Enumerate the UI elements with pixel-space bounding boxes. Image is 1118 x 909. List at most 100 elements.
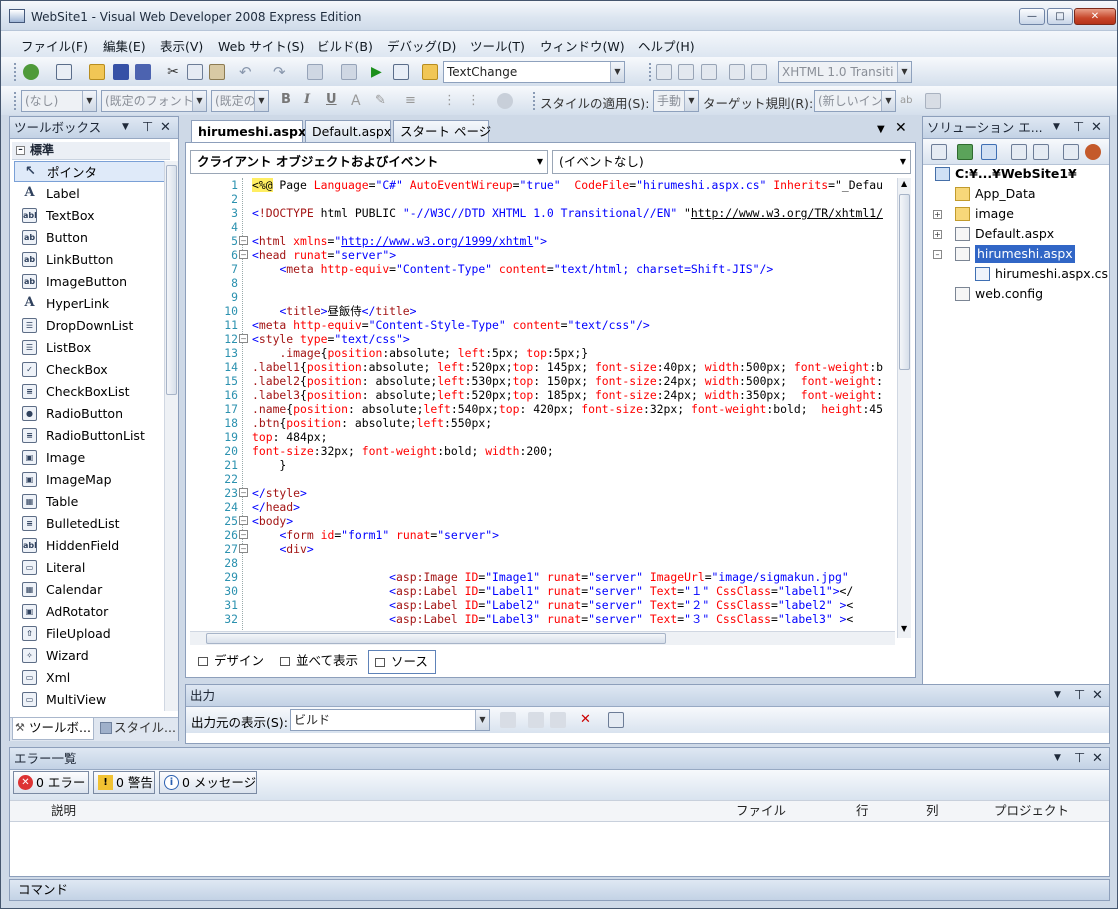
clear-all-icon[interactable]: ✕ bbox=[580, 712, 596, 728]
highlight-icon[interactable]: ✎ bbox=[375, 93, 391, 109]
code-line[interactable]: 31 <asp:Label ID="Label2" runat="server"… bbox=[190, 598, 895, 612]
numbering-icon[interactable]: ⋮ bbox=[467, 93, 483, 109]
save-icon[interactable] bbox=[113, 64, 129, 80]
code-line[interactable]: 1 <%@ Page Language="C#" AutoEventWireup=… bbox=[190, 178, 895, 192]
code-line[interactable]: 15 .label2{position: absolute;left:530px;… bbox=[190, 374, 895, 388]
toolbox-scrollbar[interactable] bbox=[164, 161, 178, 711]
toolbox-item[interactable]: ab ImageButton bbox=[14, 271, 168, 292]
output-source-combo[interactable]: ビルド ▼ bbox=[290, 709, 490, 731]
font-name-combo[interactable]: (既定のフォント ▼ bbox=[101, 90, 207, 112]
code-line[interactable]: 23 </style> – bbox=[190, 486, 895, 500]
close-icon[interactable]: ✕ bbox=[160, 117, 171, 138]
bold-button[interactable]: B bbox=[281, 92, 291, 107]
code-line[interactable]: 12 <style type="text/css"> – bbox=[190, 332, 895, 346]
block-format-combo[interactable]: (なし) ▼ bbox=[21, 90, 97, 112]
toolbox-item[interactable]: ▣ ImageMap bbox=[14, 469, 168, 490]
tree-item-image[interactable]: image bbox=[955, 205, 1105, 224]
find-combo[interactable]: TextChange ▼ bbox=[443, 61, 625, 83]
pin-icon[interactable]: ⊤ bbox=[1073, 117, 1084, 138]
close-button[interactable]: ✕ bbox=[1074, 8, 1116, 25]
view-in-browser-icon[interactable] bbox=[393, 64, 409, 80]
next-message-icon[interactable] bbox=[550, 712, 566, 728]
close-tab-icon[interactable]: ✕ bbox=[895, 120, 907, 136]
style-manager-icon[interactable] bbox=[497, 93, 513, 109]
fold-toggle-icon[interactable]: – bbox=[239, 516, 248, 525]
chevron-down-icon[interactable]: ▼ bbox=[192, 91, 206, 111]
toolbox-item[interactable]: ▦ Table bbox=[14, 491, 168, 512]
underline-button[interactable]: U bbox=[326, 92, 337, 107]
copy-website-icon[interactable] bbox=[1063, 144, 1079, 160]
tree-item-default-aspx[interactable]: Default.aspx bbox=[955, 225, 1105, 244]
code-line[interactable]: 30 <asp:Label ID="Label1" runat="server"… bbox=[190, 584, 895, 598]
code-line[interactable]: 2 bbox=[190, 192, 895, 206]
code-line[interactable]: 27 <div> – bbox=[190, 542, 895, 556]
dropdown-icon[interactable]: ▼ bbox=[1053, 117, 1060, 138]
toolbox-item[interactable]: ab Button bbox=[14, 227, 168, 248]
menu-website[interactable]: Web サイト(S) bbox=[218, 36, 304, 55]
view-designer-icon[interactable] bbox=[1033, 144, 1049, 160]
doctype-combo[interactable]: XHTML 1.0 Transiti ▼ bbox=[778, 61, 912, 83]
menu-debug[interactable]: デバッグ(D) bbox=[387, 36, 456, 55]
toolbox-item[interactable]: ≡ RadioButtonList bbox=[14, 425, 168, 446]
code-line[interactable]: 4 bbox=[190, 220, 895, 234]
fold-toggle-icon[interactable]: – bbox=[239, 250, 248, 259]
close-icon[interactable]: ✕ bbox=[1092, 685, 1103, 706]
chevron-down-icon[interactable]: ▼ bbox=[897, 62, 911, 82]
toolbox-item[interactable]: ✓ CheckBox bbox=[14, 359, 168, 380]
indent-icon[interactable] bbox=[678, 64, 694, 80]
code-line[interactable]: 26 <form id="form1" runat="server"> – bbox=[190, 528, 895, 542]
view-code-icon[interactable] bbox=[1011, 144, 1027, 160]
tab-split[interactable]: 並べて表示 bbox=[274, 650, 364, 674]
menu-tools[interactable]: ツール(T) bbox=[470, 36, 525, 55]
open-folder-icon[interactable] bbox=[89, 64, 105, 80]
toolbox-item[interactable]: ≡ BulletedList bbox=[14, 513, 168, 534]
toolbar-grip[interactable] bbox=[14, 92, 17, 110]
tab-design[interactable]: デザイン bbox=[192, 650, 272, 674]
tree-item-hirumeshi-aspx-cs[interactable]: hirumeshi.aspx.cs bbox=[975, 265, 1109, 284]
tree-item-web-config[interactable]: web.config bbox=[955, 285, 1105, 304]
warnings-filter-button[interactable]: ! 0 警告 bbox=[93, 771, 155, 794]
save-all-icon[interactable] bbox=[135, 64, 151, 80]
toolbox-item[interactable]: A Label bbox=[14, 183, 168, 204]
code-line[interactable]: 11 <meta http-equiv="Content-Style-Type" … bbox=[190, 318, 895, 332]
pin-icon[interactable]: ⊤ bbox=[1074, 685, 1085, 706]
code-line[interactable]: 13 .image{position:absolute; left:5px; t… bbox=[190, 346, 895, 360]
tab-hirumeshi-aspx[interactable]: hirumeshi.aspx bbox=[191, 120, 306, 144]
editor-vscroll[interactable]: ▲ ▼ bbox=[897, 178, 911, 638]
pin-icon[interactable]: ⊤ bbox=[142, 117, 153, 138]
chevron-down-icon[interactable]: ▼ bbox=[881, 91, 895, 111]
previous-message-icon[interactable] bbox=[528, 712, 544, 728]
fold-toggle-icon[interactable]: – bbox=[239, 334, 248, 343]
chevron-down-icon[interactable]: ▼ bbox=[475, 710, 489, 730]
code-line[interactable]: 21 } bbox=[190, 458, 895, 472]
toolbox-item[interactable]: ▦ Calendar bbox=[14, 579, 168, 600]
code-line[interactable]: 22 bbox=[190, 472, 895, 486]
tab-start-page[interactable]: スタート ページ bbox=[393, 120, 491, 143]
column-line[interactable]: 行 bbox=[856, 801, 869, 821]
start-debug-icon[interactable]: ▶ bbox=[371, 64, 387, 80]
code-line[interactable]: 24 </head> bbox=[190, 500, 895, 514]
tree-item-app-data[interactable]: App_Data bbox=[955, 185, 1105, 204]
dropdown-icon[interactable]: ▼ bbox=[1054, 685, 1061, 706]
pin-icon[interactable]: ⊤ bbox=[1074, 748, 1085, 769]
italic-button[interactable]: I bbox=[304, 92, 310, 107]
tab-dropdown-icon[interactable]: ▼ bbox=[877, 124, 885, 135]
toolbox-item[interactable]: ▣ Image bbox=[14, 447, 168, 468]
toolbox-item[interactable]: ▭ MultiView bbox=[14, 689, 168, 710]
code-line[interactable]: 32 <asp:Label ID="Label3" runat="server"… bbox=[190, 612, 895, 626]
nest-files-icon[interactable] bbox=[981, 144, 997, 160]
find-message-icon[interactable] bbox=[500, 712, 516, 728]
code-line[interactable]: 19 top: 484px; bbox=[190, 430, 895, 444]
toolbox-item[interactable]: ☰ ListBox bbox=[14, 337, 168, 358]
dropdown-icon[interactable]: ▼ bbox=[1054, 748, 1061, 769]
reuse-style-icon[interactable] bbox=[925, 93, 941, 109]
scroll-up-icon[interactable]: ▲ bbox=[901, 179, 907, 188]
code-line[interactable]: 16 .label3{position: absolute;left:520px;… bbox=[190, 388, 895, 402]
editor-hscroll[interactable] bbox=[190, 631, 895, 645]
code-line[interactable]: 3 <!DOCTYPE html PUBLIC "-//W3C//DTD XHTM… bbox=[190, 206, 895, 220]
toolbox-item[interactable]: A HyperLink bbox=[14, 293, 168, 314]
font-size-combo[interactable]: (既定の ▼ bbox=[211, 90, 269, 112]
add-item-icon[interactable] bbox=[56, 64, 72, 80]
apply-style-combo[interactable]: 手動 ▼ bbox=[653, 90, 699, 112]
chevron-down-icon[interactable]: ▼ bbox=[610, 62, 624, 82]
